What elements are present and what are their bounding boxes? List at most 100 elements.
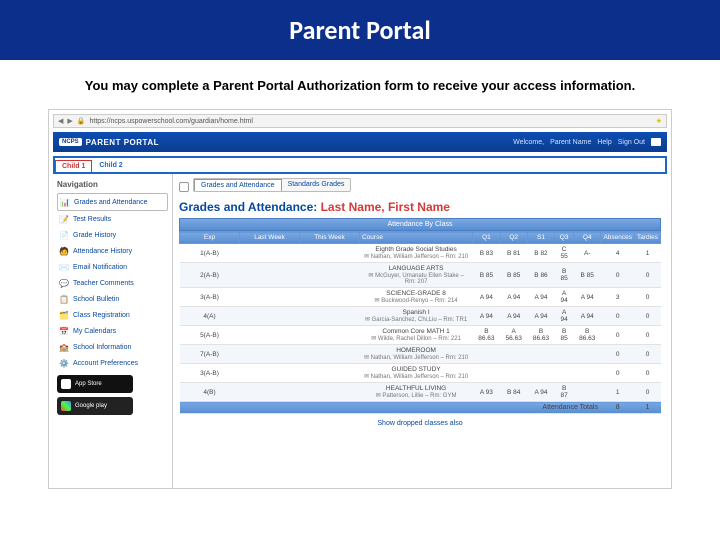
cell-grade[interactable] [527,364,554,383]
cell-grade[interactable]: A 94 [527,307,554,326]
cell-grade[interactable]: B 86.63 [473,326,500,345]
cell-thisweek [300,307,360,326]
cell-grade[interactable]: A 56.63 [500,326,527,345]
sidebar-item-teacher-comments[interactable]: 💬Teacher Comments [57,275,168,291]
nav-label: Account Preferences [73,360,138,367]
sidebar-item-account-preferences[interactable]: ⚙️Account Preferences [57,355,168,371]
googleplay-badge[interactable]: Google play [57,397,133,415]
cell-course[interactable]: Spanish I✉ Garcia-Sanchez, Chi,Liu – Rm:… [360,307,473,326]
cell-thisweek [300,326,360,345]
sub-tabs: Grades and Attendance Standards Grades [193,178,351,192]
cell-grade[interactable]: A 94 [574,307,601,326]
cell-grade[interactable]: A 94 [574,288,601,307]
cell-grade[interactable]: B 81 [500,244,527,263]
cell-course[interactable]: HOMEROOM✉ Nathan, William Jefferson – Rm… [360,345,473,364]
cell-grade[interactable]: A 94 [555,288,574,307]
tab-grades-attendance[interactable]: Grades and Attendance [194,179,282,191]
cell-grade[interactable]: B 83 [473,244,500,263]
welcome-label: Welcome, [513,139,544,146]
cell-grade[interactable]: A- [574,244,601,263]
child-tab-1[interactable]: Child 1 [55,160,92,172]
help-link[interactable]: Help [597,139,611,146]
cell-grade[interactable]: A 94 [473,288,500,307]
table-row: 1(A-B)Eighth Grade Social Studies✉ Natha… [180,244,661,263]
cell-grade[interactable] [574,345,601,364]
sidebar-item-grades-and-attendance[interactable]: 📊Grades and Attendance [57,193,168,211]
cell-grade[interactable] [473,364,500,383]
sidebar-item-email-notification[interactable]: ✉️Email Notification [57,259,168,275]
table-row: 2(A-B)LANGUAGE ARTS✉ McGuyer, Umanatu El… [180,263,661,288]
sidebar-item-my-calendars[interactable]: 📅My Calendars [57,323,168,339]
nav-forward-icon[interactable]: ▶ [67,117,72,125]
signout-link[interactable]: Sign Out [618,139,645,146]
cell-lastweek [240,288,300,307]
cell-grade[interactable]: B 86 [527,263,554,288]
cell-grade[interactable]: B 86.63 [527,326,554,345]
nav-back-icon[interactable]: ◀ [58,117,63,125]
sidebar-item-school-information[interactable]: 🏫School Information [57,339,168,355]
cell-grade[interactable]: B 85 [555,263,574,288]
cell-grade: 0 [601,263,635,288]
nav-label: Grades and Attendance [74,199,148,206]
welcome-name: Parent Name [550,139,591,146]
cell-grade[interactable]: A 94 [527,383,554,402]
cell-grade[interactable] [527,345,554,364]
sidebar-item-grade-history[interactable]: 📄Grade History [57,227,168,243]
cell-course[interactable]: LANGUAGE ARTS✉ McGuyer, Umanatu Ellen St… [360,263,473,288]
cell-grade[interactable] [500,345,527,364]
nav-label: School Bulletin [73,296,119,303]
cell-grade[interactable]: A 94 [527,288,554,307]
cell-grade[interactable]: B 85 [500,263,527,288]
cell-grade[interactable]: B 82 [527,244,554,263]
child-tab-2[interactable]: Child 2 [92,159,129,172]
cell-grade[interactable] [555,364,574,383]
printer-icon[interactable] [651,138,661,146]
sidebar: Navigation 📊Grades and Attendance📝Test R… [53,174,173,489]
cell-grade[interactable] [500,364,527,383]
cell-course[interactable]: HEALTHFUL LIVING✉ Patterson, Lillie – Rm… [360,383,473,402]
cell-grade[interactable] [473,345,500,364]
sidebar-item-class-registration[interactable]: 🗂️Class Registration [57,307,168,323]
nav-label: Grade History [73,232,116,239]
page-heading-prefix: Grades and Attendance: [179,200,321,214]
totals-row: Attendance Totals81 [180,402,661,414]
cell-grade[interactable]: B 85 [574,263,601,288]
cell-grade[interactable] [574,364,601,383]
attendance-table: Exp Last Week This Week Course Q1 Q2 S1 … [179,231,661,414]
cell-grade[interactable]: B 84 [500,383,527,402]
col-course: Course [360,232,473,244]
totals-label: Attendance Totals [180,402,601,414]
cell-grade: 1 [635,244,661,263]
col-lastweek: Last Week [240,232,300,244]
cell-grade[interactable]: B 87 [555,383,574,402]
cell-grade[interactable] [555,345,574,364]
cell-grade[interactable] [574,383,601,402]
cell-grade[interactable]: C 55 [555,244,574,263]
nav-icon: 📋 [59,294,69,304]
cell-course[interactable]: Common Core MATH 1✉ Wilde, Rachel Dillon… [360,326,473,345]
cell-grade[interactable]: B 85 [555,326,574,345]
mini-toggle-icon[interactable] [179,182,189,192]
cell-grade[interactable]: A 94 [500,307,527,326]
cell-grade[interactable]: A 93 [473,383,500,402]
tab-standards-grades[interactable]: Standards Grades [282,179,351,191]
cell-course[interactable]: GUIDED STUDY✉ Nathan, William Jefferson … [360,364,473,383]
cell-course[interactable]: Eighth Grade Social Studies✉ Nathan, Wil… [360,244,473,263]
appstore-badge[interactable]: App Store [57,375,133,393]
cell-grade[interactable]: B 85 [473,263,500,288]
cell-grade: 0 [601,307,635,326]
cell-grade[interactable]: A 94 [555,307,574,326]
sidebar-item-school-bulletin[interactable]: 📋 School Bulletin [57,291,168,307]
cell-grade[interactable]: A 94 [500,288,527,307]
slide-title-bar: Parent Portal [0,0,720,60]
sidebar-item-test-results[interactable]: 📝Test Results [57,211,168,227]
cell-grade[interactable]: A 94 [473,307,500,326]
sidebar-item-attendance-history[interactable]: 🧑Attendance History [57,243,168,259]
attendance-band: Attendance By Class [179,218,661,231]
bookmark-star-icon[interactable]: ★ [656,117,662,125]
cell-grade[interactable]: B 86.63 [574,326,601,345]
cell-exp: 3(A-B) [180,364,240,383]
browser-url-bar[interactable]: ◀ ▶ 🔒 https://ncps.uspowerschool.com/gua… [53,114,667,128]
show-dropped-link[interactable]: Show dropped classes also [179,414,661,433]
cell-course[interactable]: SCIENCE-GRADE 8✉ Buckwood-Renyo – Rm: 21… [360,288,473,307]
